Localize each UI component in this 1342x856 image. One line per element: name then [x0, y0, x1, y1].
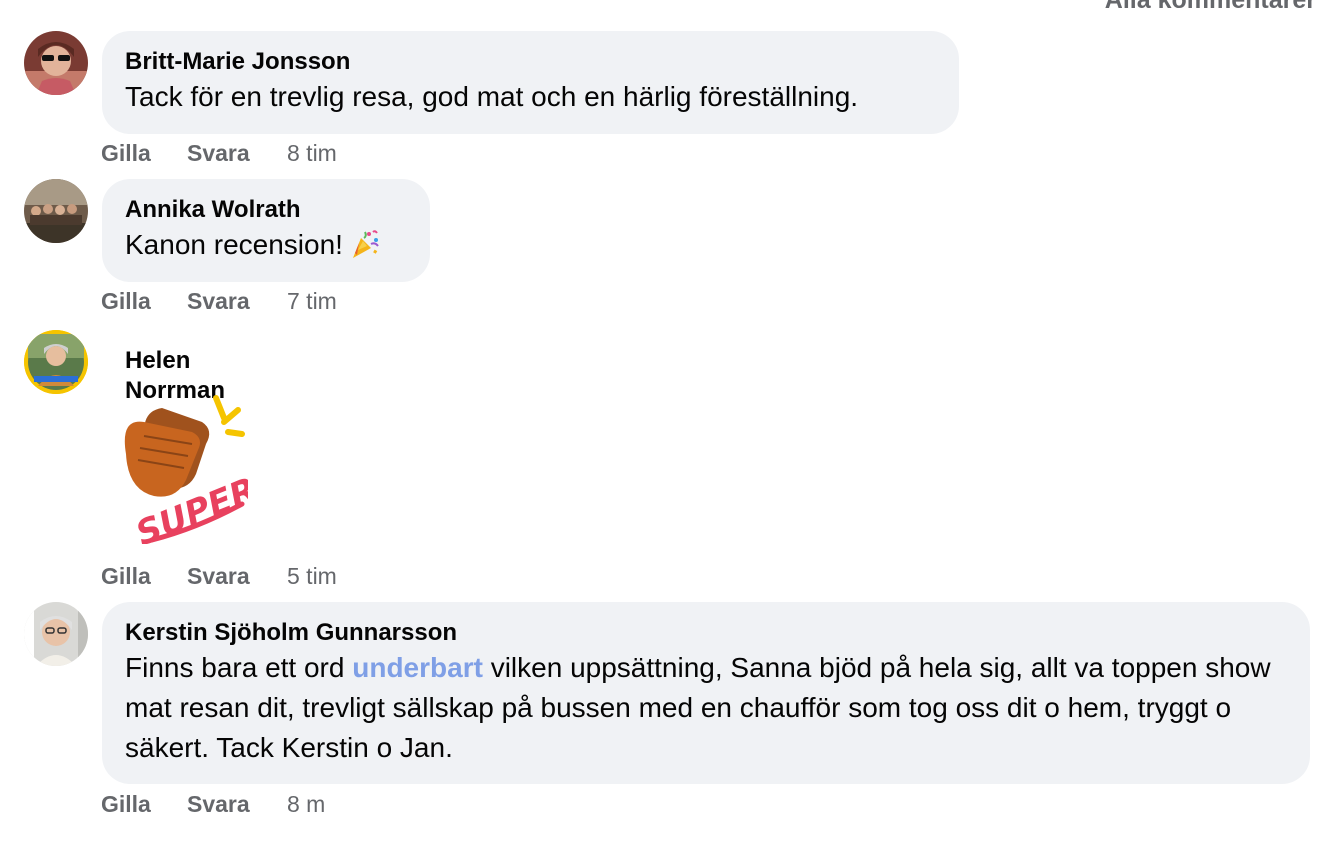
- comment-bubble: Kerstin Sjöholm Gunnarsson Finns bara et…: [102, 602, 1310, 784]
- avatar-photo-icon: [24, 330, 88, 394]
- comment-text: Tack för en trevlig resa, god mat och en…: [125, 81, 859, 112]
- like-button[interactable]: Gilla: [101, 140, 151, 167]
- avatar[interactable]: [24, 330, 88, 394]
- like-button[interactable]: Gilla: [101, 288, 151, 315]
- comment-timestamp[interactable]: 8 m: [287, 791, 325, 818]
- avatar[interactable]: [24, 602, 88, 666]
- avatar[interactable]: [24, 179, 88, 243]
- reply-button[interactable]: Svara: [187, 563, 250, 590]
- comment-text: Finns bara ett ord underbart vilken upps…: [125, 648, 1286, 768]
- comment-bubble: Annika Wolrath Kanon recension!: [102, 179, 430, 282]
- sort-label: Alla kommentarer: [1104, 0, 1316, 14]
- comment-text-start: Finns bara ett ord: [125, 652, 353, 683]
- comment-timestamp[interactable]: 7 tim: [287, 288, 337, 315]
- comment-author[interactable]: Kerstin Sjöholm Gunnarsson: [125, 618, 1286, 648]
- comment-text: Kanon recension!: [125, 229, 343, 260]
- avatar[interactable]: [24, 31, 88, 95]
- comment-timestamp[interactable]: 5 tim: [287, 563, 337, 590]
- avatar-photo-icon: [24, 179, 88, 243]
- comment-author[interactable]: Annika Wolrath: [125, 195, 406, 225]
- clapping-hands-super-sticker[interactable]: SUPER!: [118, 392, 277, 554]
- like-button[interactable]: Gilla: [101, 791, 151, 818]
- comment-link[interactable]: underbart: [352, 652, 483, 683]
- comment-timestamp[interactable]: 8 tim: [287, 140, 337, 167]
- avatar-photo-icon: [24, 31, 88, 95]
- like-button[interactable]: Gilla: [101, 563, 151, 590]
- comment-bubble: Britt-Marie Jonsson Tack för en trevlig …: [102, 31, 959, 134]
- comment-sort-dropdown[interactable]: Alla kommentarer: [1105, 0, 1316, 15]
- reply-button[interactable]: Svara: [187, 791, 250, 818]
- reply-button[interactable]: Svara: [187, 288, 250, 315]
- comment-author[interactable]: Britt-Marie Jonsson: [125, 47, 935, 77]
- comment-text-line: Kanon recension!: [125, 225, 406, 271]
- avatar-photo-icon: [24, 602, 88, 666]
- party-popper-icon: [349, 228, 381, 271]
- reply-button[interactable]: Svara: [187, 140, 250, 167]
